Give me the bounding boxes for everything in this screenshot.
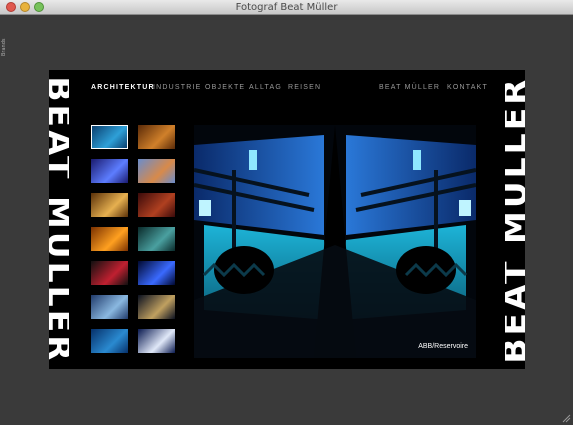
brand-vertical-right: BEAT MÜLLER [505, 75, 525, 364]
nav-objekte[interactable]: OBJEKTE [205, 84, 245, 91]
thumb-teal-glass[interactable] [138, 227, 175, 251]
thumb-blue-stairs[interactable] [91, 125, 128, 149]
thumb-white-angle[interactable] [138, 329, 175, 353]
thumb-red-interior[interactable] [138, 193, 175, 217]
nav-industrie[interactable]: INDUSTRIE [153, 84, 202, 91]
nav-reisen[interactable]: REISEN [288, 84, 321, 91]
window-titlebar: Fotograf Beat Müller [0, 0, 573, 15]
thumb-glass-tower[interactable] [91, 295, 128, 319]
thumb-colored-lights[interactable] [91, 261, 128, 285]
nav-kontakt[interactable]: KONTAKT [447, 84, 488, 91]
resize-grip-icon[interactable] [561, 413, 571, 423]
nav-alltag[interactable]: ALLTAG [249, 84, 282, 91]
thumb-sky-building[interactable] [138, 159, 175, 183]
photo-caption: ABB/Reservoire [418, 343, 468, 350]
thumb-night-grid[interactable] [138, 295, 175, 319]
website-frame: BEAT MÜLLER BEAT MÜLLER ARCHITEKTUR INDU… [49, 70, 525, 369]
main-photo[interactable]: ABB/Reservoire [194, 125, 476, 358]
thumb-blue-curves[interactable] [138, 261, 175, 285]
nav-architektur[interactable]: ARCHITEKTUR [91, 84, 155, 91]
thumb-gold-room[interactable] [91, 193, 128, 217]
main-photo-image [194, 125, 476, 358]
thumb-blue-facade[interactable] [91, 159, 128, 183]
thumb-warm-interior[interactable] [138, 125, 175, 149]
thumb-orange-windows[interactable] [91, 227, 128, 251]
side-label: Brands [1, 38, 7, 57]
brand-vertical-left: BEAT MÜLLER [49, 75, 69, 364]
window-title: Fotograf Beat Müller [235, 2, 338, 13]
nav-beat-mueller[interactable]: BEAT MÜLLER [379, 84, 440, 91]
thumb-blue-panels[interactable] [91, 329, 128, 353]
